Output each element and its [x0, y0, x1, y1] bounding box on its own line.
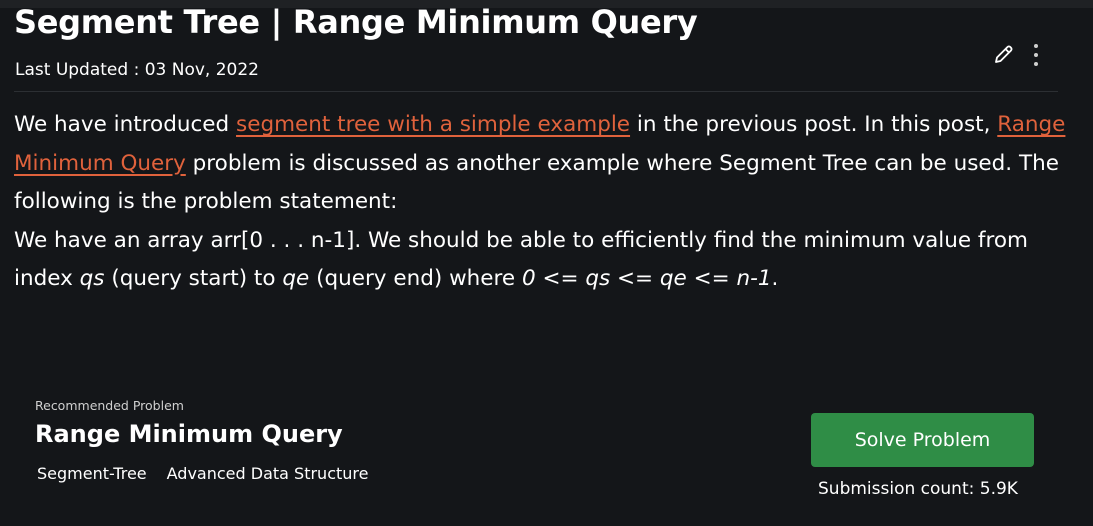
- problem-statement-paragraph: We have an array arr[0 . . . n-1]. We sh…: [14, 222, 1080, 299]
- submission-count: Submission count: 5.9K: [818, 479, 1018, 499]
- article-body: We have introduced segment tree with a s…: [14, 106, 1080, 299]
- title-divider: [14, 91, 1058, 92]
- kebab-menu-icon[interactable]: [1024, 42, 1048, 68]
- tag-segment-tree[interactable]: Segment-Tree: [37, 464, 147, 483]
- segment-tree-link[interactable]: segment tree with a simple example: [236, 112, 630, 137]
- last-updated: Last Updated : 03 Nov, 2022: [15, 60, 259, 80]
- solve-problem-button[interactable]: Solve Problem: [811, 413, 1034, 467]
- recommended-label: Recommended Problem: [35, 398, 184, 413]
- body-text: .: [771, 266, 779, 291]
- range-condition: 0 <= qs <= qe <= n-1: [521, 266, 772, 291]
- body-text: (query start) to: [104, 266, 283, 291]
- body-text: (query end) where: [309, 266, 522, 291]
- recommended-problem-title[interactable]: Range Minimum Query: [35, 420, 343, 448]
- body-text: We have introduced: [14, 112, 237, 137]
- pencil-icon[interactable]: [992, 42, 1016, 66]
- article-page: Segment Tree | Range Minimum Query Last …: [0, 0, 1093, 526]
- recommended-problem-card: Recommended Problem Range Minimum Query …: [0, 388, 1093, 526]
- intro-paragraph: We have introduced segment tree with a s…: [14, 106, 1080, 222]
- article-actions: [990, 40, 1050, 70]
- tag-advanced-data-structure[interactable]: Advanced Data Structure: [167, 464, 369, 483]
- article-title: Segment Tree | Range Minimum Query: [14, 3, 698, 41]
- body-text: in the previous post. In this post,: [630, 112, 998, 137]
- qe-term: qe: [282, 266, 310, 291]
- qs-term: qs: [79, 266, 105, 291]
- problem-tags: Segment-Tree Advanced Data Structure: [37, 464, 368, 483]
